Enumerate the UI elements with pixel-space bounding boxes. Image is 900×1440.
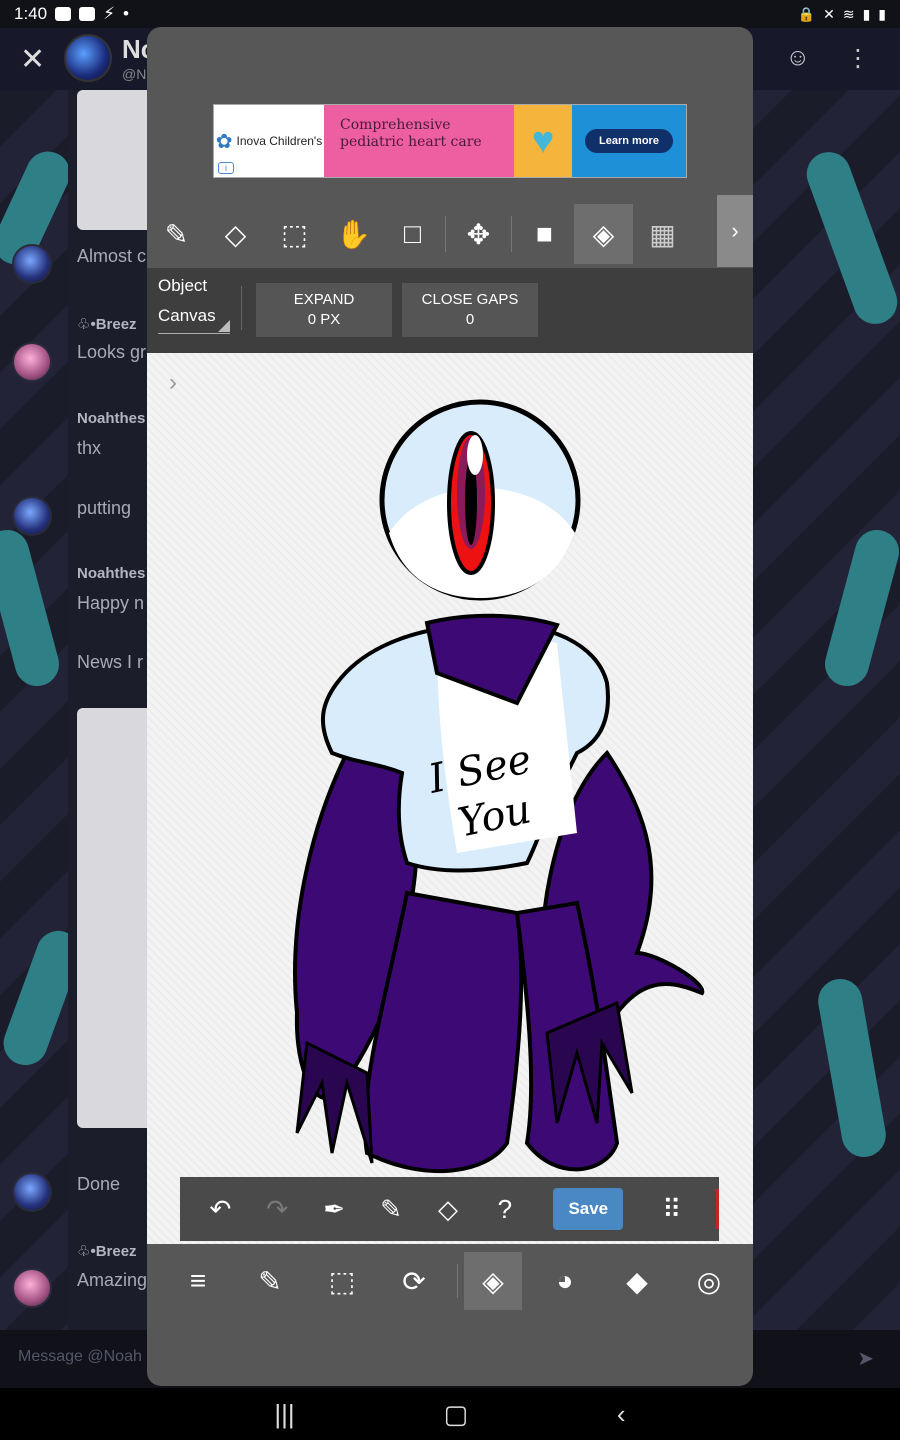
home-icon[interactable]: ▢ [444, 1399, 469, 1430]
avatar[interactable] [12, 342, 52, 382]
battery-icon: ▮ [878, 5, 886, 22]
drawing-app-dialog: ✿ Inova Children's i Comprehensive pedia… [147, 27, 753, 1386]
send-icon[interactable]: ➤ [857, 1346, 874, 1371]
recent-apps-icon[interactable]: ||| [274, 1399, 294, 1430]
layers-icon[interactable]: ◆ [608, 1252, 666, 1310]
signal-icon: ▮ [862, 5, 871, 22]
more-options-icon[interactable]: ⋮ [846, 44, 870, 73]
message-author: Noahthes [77, 565, 146, 582]
ad-learn-more-button[interactable]: Learn more [585, 129, 673, 153]
menu-icon[interactable]: ≡ [169, 1252, 227, 1310]
selection-eraser-icon[interactable]: ⬚ [265, 204, 324, 264]
avatar[interactable] [12, 1172, 52, 1212]
avatar[interactable] [64, 34, 112, 82]
fill-options-bar: Object Canvas EXPAND 0 PX CLOSE GAPS 0 [147, 268, 753, 353]
avatar[interactable] [12, 244, 52, 284]
back-icon[interactable]: ‹ [617, 1399, 626, 1430]
expand-value: 0 PX [307, 311, 341, 328]
chevron-right-icon[interactable]: › [169, 369, 177, 397]
wifi-icon: ≋ [842, 5, 855, 22]
add-friend-icon[interactable]: ☺ [785, 44, 810, 73]
message-author: ♧•Breez [77, 1243, 137, 1260]
pencil-icon[interactable]: ✎ [373, 1189, 410, 1229]
rectangle-icon[interactable]: □ [383, 204, 442, 264]
eyedropper-icon[interactable]: ✒ [316, 1189, 353, 1229]
ad-cta-area: Learn more [572, 105, 686, 177]
message-text: Happy n [77, 593, 145, 613]
dot-icon: • [123, 4, 129, 23]
message-author: ♧•Breez [77, 316, 137, 333]
redo-icon[interactable]: ↷ [259, 1189, 296, 1229]
message-text: Amazing [77, 1270, 148, 1290]
message-text: Almost c [77, 246, 147, 266]
settings-icon[interactable]: ◎ [680, 1252, 738, 1310]
main-menu-bar: ≡ ✎ ⬚ ⟳ ◈ ◕ ◆ ◎ [147, 1244, 753, 1318]
mode-label: Object [158, 276, 208, 295]
ad-headline: Comprehensive pediatric heart care [324, 105, 514, 177]
chat-handle: @N [122, 66, 147, 82]
chevron-right-icon[interactable]: › [717, 195, 753, 267]
transform-icon[interactable]: ⟳ [385, 1252, 443, 1310]
gradient-icon[interactable]: ▦ [633, 204, 692, 264]
close-gaps-value: 0 [465, 311, 475, 328]
ad-info-icon[interactable]: i [218, 162, 234, 174]
palette-icon[interactable]: ◕ [536, 1252, 594, 1310]
bucket-icon[interactable]: ◈ [464, 1252, 522, 1310]
message-author: Noahthes [77, 410, 146, 427]
image-attachment[interactable] [77, 708, 157, 1128]
message-text: putting [77, 498, 132, 518]
message-text: thx [77, 438, 102, 458]
bolt-icon: ⚡ [103, 4, 116, 23]
tool-toolbar: ✎ ◇ ⬚ ✋ □ ✥ ■ ◈ ▦ [147, 201, 753, 267]
select-icon[interactable]: ⬚ [313, 1252, 371, 1310]
expand-button[interactable]: EXPAND 0 PX [256, 283, 392, 337]
lock-icon: 🔒 [797, 5, 816, 22]
notification-icon [55, 7, 72, 21]
save-button[interactable]: Save [553, 1188, 624, 1230]
character-drawing: I See You [293, 399, 705, 1174]
avatar[interactable] [12, 1268, 52, 1308]
composer-placeholder: Message @Noah [18, 1348, 142, 1365]
avatar[interactable] [12, 496, 52, 536]
butterfly-icon: ✿ [215, 130, 233, 153]
hand-icon[interactable]: ✋ [324, 204, 383, 264]
status-time: 1:40 [14, 4, 48, 23]
message-text: Done [77, 1174, 121, 1194]
edit-icon[interactable]: ✎ [241, 1252, 299, 1310]
ad-logo: ✿ Inova Children's i [214, 105, 324, 177]
fill-color-icon[interactable]: ■ [515, 204, 574, 264]
expand-label: EXPAND [293, 291, 355, 308]
close-icon[interactable]: ✕ [20, 42, 45, 77]
toolbar-divider [445, 216, 446, 252]
message-text: News I r [77, 652, 144, 672]
mode-dropdown[interactable]: Canvas [158, 306, 230, 334]
menubar-divider [457, 1264, 458, 1298]
mute-icon: ✕ [823, 5, 835, 22]
message-text: Looks gr [77, 342, 147, 362]
grid-icon[interactable]: ⠿ [653, 1189, 690, 1229]
bucket-icon[interactable]: ◈ [574, 204, 633, 264]
move-icon[interactable]: ✥ [449, 204, 508, 264]
image-attachment[interactable] [77, 90, 157, 230]
bottom-action-bar: ↶ ↷ ✒ ✎ ◇ ? Save ⠿ [180, 1177, 719, 1241]
drawing-canvas[interactable]: › I See You [147, 353, 753, 1244]
undo-icon[interactable]: ↶ [202, 1189, 239, 1229]
eraser-icon[interactable]: ◇ [430, 1189, 467, 1229]
help-icon[interactable]: ? [486, 1189, 523, 1229]
status-bar: 1:40 ⚡ • 🔒 ✕ ≋ ▮ ▮ [0, 0, 900, 28]
eraser-icon[interactable]: ◇ [206, 204, 265, 264]
pencil-icon[interactable]: ✎ [147, 204, 206, 264]
system-nav-bar: ||| ▢ ‹ [0, 1388, 900, 1440]
ad-banner[interactable]: ✿ Inova Children's i Comprehensive pedia… [213, 104, 687, 178]
close-gaps-button[interactable]: CLOSE GAPS 0 [402, 283, 538, 337]
heart-icon: ♥ [514, 105, 572, 177]
image-notification-icon [79, 7, 96, 21]
close-gaps-label: CLOSE GAPS [421, 291, 519, 308]
ad-brand: Inova Children's [236, 134, 323, 148]
toolbar-divider [511, 216, 512, 252]
current-color-swatch[interactable] [716, 1189, 719, 1229]
options-divider [241, 286, 242, 330]
